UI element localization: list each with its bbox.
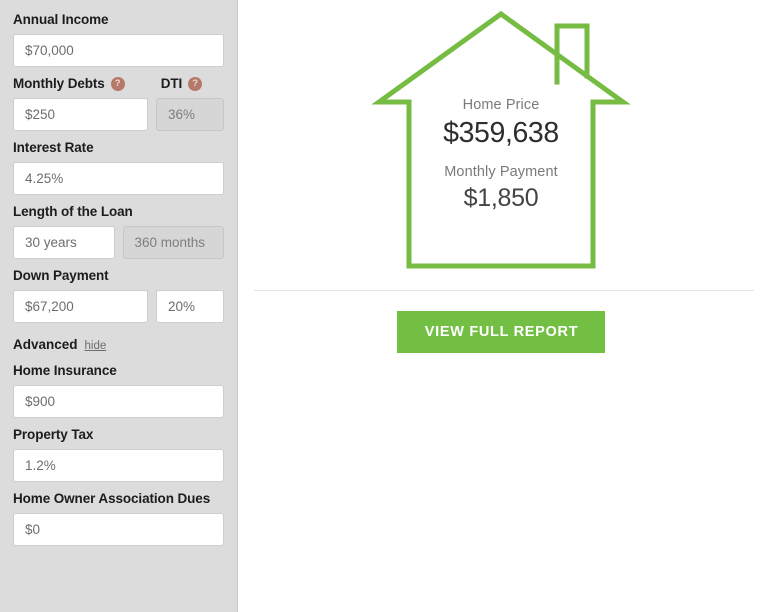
view-full-report-button[interactable]: VIEW FULL REPORT: [396, 311, 606, 353]
advanced-section-header: Advanced hide: [13, 337, 224, 352]
field-hoa-dues: Home Owner Association Dues: [13, 491, 224, 546]
advanced-hide-link[interactable]: hide: [85, 340, 107, 352]
label-row-monthly-debts: Monthly Debts ? DTI ?: [13, 76, 224, 92]
field-annual-income: Annual Income: [13, 12, 224, 67]
label-monthly-debts: Monthly Debts: [13, 76, 105, 91]
label-down-payment: Down Payment: [13, 268, 109, 283]
dti-help-icon[interactable]: ?: [188, 77, 203, 91]
down-payment-amount-input[interactable]: [13, 290, 148, 323]
label-loan-length: Length of the Loan: [13, 204, 133, 219]
monthly-debts-help-icon[interactable]: ?: [110, 77, 125, 91]
label-annual-income: Annual Income: [13, 12, 109, 27]
field-home-insurance: Home Insurance: [13, 363, 224, 418]
down-payment-percent-input[interactable]: [156, 290, 224, 323]
loan-length-row: [13, 226, 224, 259]
monthly-debts-input[interactable]: [13, 98, 148, 131]
annual-income-input[interactable]: [13, 34, 224, 67]
home-insurance-input[interactable]: [13, 385, 224, 418]
loan-length-months-field: [122, 226, 224, 259]
result-divider: [254, 290, 754, 291]
hoa-dues-input[interactable]: [13, 513, 224, 546]
monthly-debts-row: [13, 98, 224, 131]
label-home-insurance: Home Insurance: [13, 363, 117, 378]
down-payment-row: [13, 290, 224, 323]
calculator-result-panel: Home Price $359,638 Monthly Payment $1,8…: [238, 0, 764, 612]
interest-rate-input[interactable]: [13, 162, 224, 195]
loan-length-years-input[interactable]: [13, 226, 115, 259]
mortgage-calculator: Annual Income Monthly Debts ? DTI ? Inte…: [0, 0, 764, 612]
advanced-title: Advanced: [13, 337, 78, 352]
field-property-tax: Property Tax: [13, 427, 224, 482]
label-dti: DTI: [160, 76, 183, 91]
field-loan-length: Length of the Loan: [13, 204, 224, 259]
field-down-payment: Down Payment: [13, 268, 224, 323]
label-property-tax: Property Tax: [13, 427, 94, 442]
cta-wrap: VIEW FULL REPORT: [238, 311, 764, 353]
field-monthly-debts: Monthly Debts ? DTI ?: [13, 76, 224, 131]
label-interest-rate: Interest Rate: [13, 140, 94, 155]
calculator-input-sidebar: Annual Income Monthly Debts ? DTI ? Inte…: [0, 0, 238, 612]
dti-readonly-field: [156, 98, 224, 131]
house-graphic-wrap: Home Price $359,638 Monthly Payment $1,8…: [238, 0, 764, 278]
field-interest-rate: Interest Rate: [13, 140, 224, 195]
property-tax-input[interactable]: [13, 449, 224, 482]
label-hoa-dues: Home Owner Association Dues: [13, 491, 211, 506]
house-outline-icon: [371, 10, 631, 269]
